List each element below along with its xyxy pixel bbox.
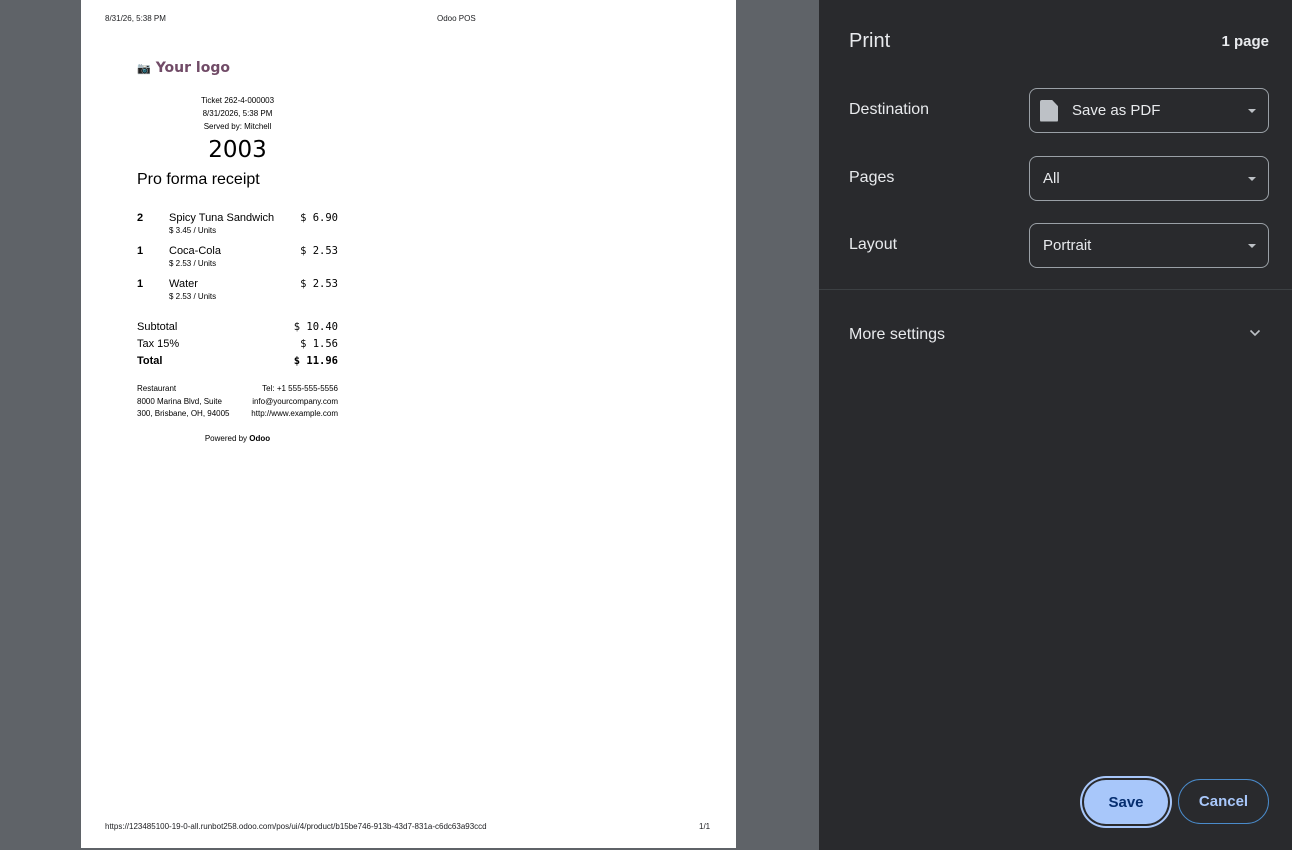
total-label: Total [137, 355, 163, 367]
tax-value: $ 1.56 [300, 338, 338, 350]
dropdown-arrow-icon [1248, 176, 1256, 181]
line-qty: 1 [137, 245, 144, 257]
company-email: info@yourcompany.com [252, 396, 338, 406]
line-name: Spicy Tuna Sandwich [169, 212, 275, 224]
print-preview-area: 8/31/26, 5:38 PM Odoo POS 📷 Your logo Ti… [0, 0, 819, 850]
page-footer-page-number: 1/1 [699, 822, 711, 831]
line-name: Coca-Cola [169, 245, 221, 257]
dropdown-arrow-icon [1248, 243, 1256, 248]
chevron-down-icon[interactable] [1249, 327, 1261, 339]
powered-by: Powered by Odoo [137, 434, 338, 443]
company-address-line1: 8000 Marina Blvd, Suite [137, 396, 222, 406]
line-price: $ 2.53 [300, 278, 338, 290]
total-value: $ 11.96 [293, 355, 338, 367]
receipt-ticket: Ticket 262-4-000003 [200, 96, 275, 105]
receipt-title: Pro forma receipt [137, 171, 260, 188]
cancel-button[interactable]: Cancel [1178, 779, 1269, 824]
powered-by-brand: Odoo [249, 434, 271, 443]
page-count: 1 page [1221, 33, 1269, 50]
line-unit-price: $ 2.53 / Units [169, 292, 217, 301]
dropdown-arrow-icon [1248, 108, 1256, 113]
subtotal-label: Subtotal [137, 321, 178, 333]
pages-select[interactable]: All [1029, 156, 1269, 201]
page-header-datetime: 8/31/26, 5:38 PM [105, 14, 166, 23]
preview-page: 8/31/26, 5:38 PM Odoo POS 📷 Your logo Ti… [81, 0, 736, 848]
line-price: $ 2.53 [300, 245, 338, 257]
line-qty: 2 [137, 212, 144, 224]
line-name: Water [169, 278, 198, 290]
powered-by-label: Powered by [204, 434, 248, 443]
company-address-line2: 300, Brisbane, OH, 94005 [137, 409, 230, 419]
line-unit-price: $ 2.53 / Units [169, 259, 217, 268]
divider [819, 289, 1292, 290]
page-footer-url: https://123485100-19-0-all.runbot258.odo… [105, 822, 487, 831]
line-price: $ 6.90 [300, 212, 338, 224]
layout-value: Portrait [1043, 237, 1092, 254]
layout-label: Layout [849, 236, 898, 253]
receipt-datetime: 8/31/2026, 5:38 PM [202, 109, 273, 118]
page-header-title: Odoo POS [437, 14, 476, 23]
receipt-served-by: Served by: Mitchell [203, 122, 272, 131]
pages-value: All [1043, 170, 1060, 187]
destination-select[interactable]: Save as PDF [1029, 88, 1269, 133]
save-button[interactable]: Save [1084, 780, 1168, 824]
company-website: http://www.example.com [251, 409, 338, 419]
line-unit-price: $ 3.45 / Units [169, 226, 217, 235]
destination-value: Save as PDF [1072, 102, 1161, 119]
tracking-number: 2003 [208, 137, 267, 163]
panel-title: Print [849, 30, 891, 52]
receipt-logo: 📷 Your logo [137, 59, 230, 77]
line-qty: 1 [137, 278, 144, 290]
pages-label: Pages [849, 169, 895, 186]
subtotal-value: $ 10.40 [293, 321, 338, 333]
company-address: Restaurant 8000 Marina Blvd, Suite 300, … [137, 383, 230, 421]
company-contact: Tel: +1 555-555-5556 info@yourcompany.co… [241, 383, 338, 421]
layout-select[interactable]: Portrait [1029, 223, 1269, 268]
logo-text: Your logo [155, 60, 230, 76]
destination-label: Destination [849, 101, 930, 118]
tax-label: Tax 15% [137, 338, 180, 350]
company-name: Restaurant [137, 384, 177, 393]
company-phone: Tel: +1 555-555-5556 [262, 384, 338, 393]
more-settings-toggle[interactable]: More settings [849, 326, 945, 344]
camera-icon: 📷 [137, 61, 151, 75]
print-settings-panel: Print 1 page Destination Save as PDF Pag… [819, 0, 1292, 850]
document-icon [1040, 99, 1058, 122]
